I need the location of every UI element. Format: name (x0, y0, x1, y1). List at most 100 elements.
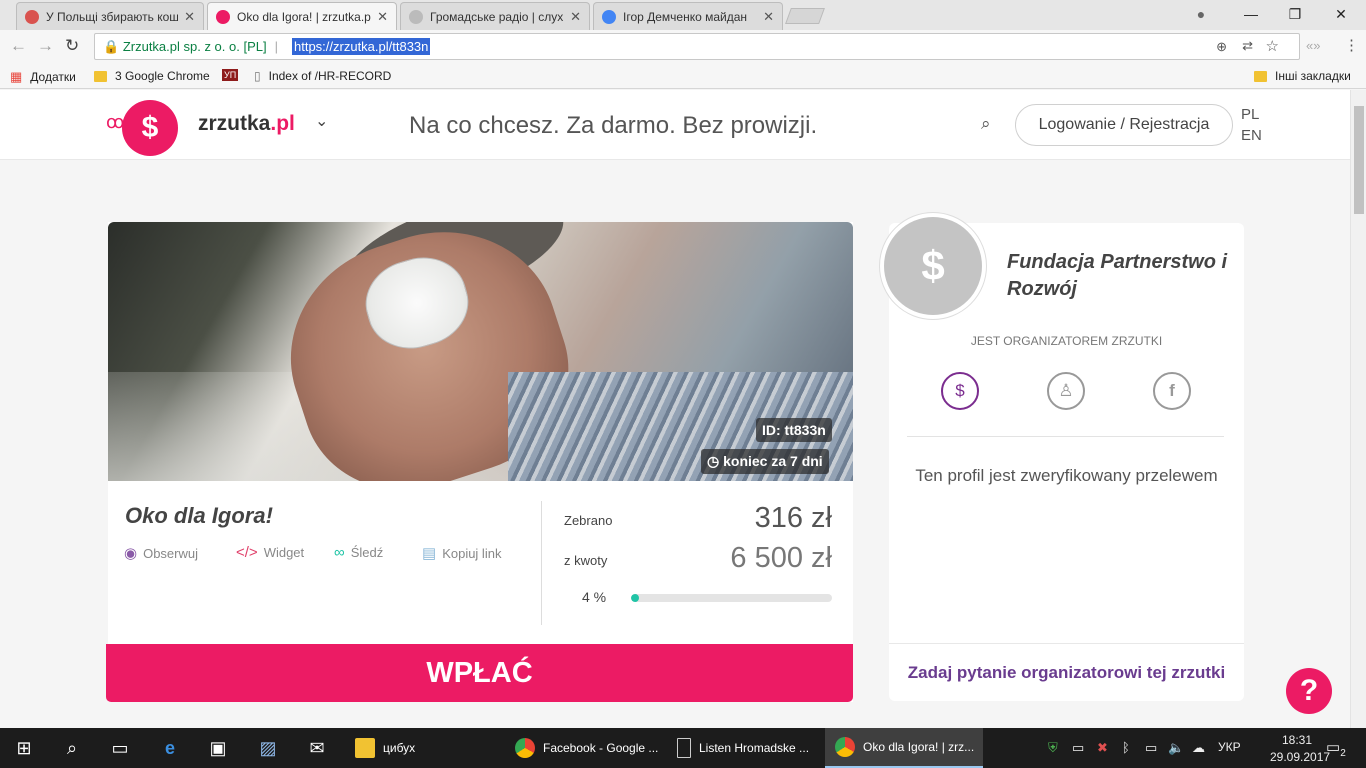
scrollbar-thumb[interactable] (1354, 106, 1364, 214)
logo-text[interactable]: zrzutka.pl (198, 112, 295, 136)
url-text[interactable]: https://zrzutka.pl/tt833n (291, 38, 431, 55)
campaign-id-badge: ID: tt833n (756, 418, 832, 442)
clock-icon: ◷ (707, 453, 724, 469)
lang-pl-link[interactable]: PL (1241, 106, 1259, 123)
tab-hromadske-radio[interactable]: Громадське радіо | слух ✕ (400, 2, 590, 30)
bank-verified-icon[interactable]: $ (941, 372, 979, 410)
windows-taskbar: ⊞ ⌕ ▭ e ▣ ▨ ✉ цибух Facebook - Google ..… (0, 728, 1366, 768)
progress-percent-text: 4 % (582, 589, 607, 605)
bookmark-other[interactable]: Інші закладки (1254, 69, 1351, 83)
radio-favicon-icon (25, 9, 39, 24)
forward-arrow-icon[interactable]: → (37, 36, 54, 56)
search-icon[interactable]: ⌕ (60, 736, 84, 760)
campaign-end-badge: ◷ koniec za 7 dni (701, 449, 829, 474)
keyboard-language[interactable]: УКР (1218, 740, 1241, 754)
loading-favicon-icon (409, 9, 423, 24)
bookmark-index-hr-record[interactable]: ▯ Index of /HR-RECORD (254, 69, 391, 83)
ask-organizer-link[interactable]: Zadaj pytanie organizatorowi tej zrzutki (889, 643, 1244, 701)
network-icon[interactable]: ▭ (1072, 740, 1084, 756)
notifications-icon[interactable]: ▭2 (1326, 738, 1346, 759)
login-register-button[interactable]: Logowanie / Rejestracja (1015, 104, 1233, 146)
lang-en-link[interactable]: EN (1241, 127, 1262, 144)
tab-polish-news[interactable]: У Польщі збирають кош ✕ (16, 2, 204, 30)
organizer-avatar[interactable]: $ (879, 212, 987, 320)
volume-icon[interactable]: 🔈 (1168, 740, 1184, 756)
folder-icon (355, 738, 375, 758)
taskbar-app-listen[interactable]: Listen Hromadske ... (667, 728, 823, 768)
search-icon[interactable]: ⌕ (981, 114, 991, 134)
close-tab-icon[interactable]: ✕ (763, 9, 774, 25)
store-icon[interactable]: ▣ (206, 736, 230, 760)
page-scrollbar[interactable] (1350, 90, 1366, 728)
widget-action[interactable]: </> Widget (236, 544, 304, 561)
bluetooth-icon[interactable]: ᛒ (1122, 740, 1130, 755)
document-icon (677, 738, 691, 758)
taskbar-app-oko-dla-igora[interactable]: Oko dla Igora! | zrz... (825, 728, 983, 768)
taskbar-app-facebook[interactable]: Facebook - Google ... (505, 728, 665, 768)
goal-value: 6 500 zł (730, 542, 832, 574)
security-shield-icon[interactable]: ⛨ (1048, 740, 1058, 756)
chevron-down-icon[interactable]: ⌄ (315, 111, 328, 131)
bookmark-up[interactable]: УП (222, 69, 239, 81)
bookmark-apps[interactable]: ▦ Додатки (10, 69, 76, 85)
collected-value: 316 zł (754, 502, 832, 534)
site-identity[interactable]: Zrzutka.pl sp. z o. o. [PL] (123, 39, 267, 54)
page-icon: ▯ (254, 69, 261, 83)
restore-button[interactable]: ❐ (1272, 0, 1318, 28)
alert-icon[interactable]: ✖ (1097, 740, 1108, 756)
back-arrow-icon[interactable]: ← (10, 36, 27, 56)
progress-fill (631, 594, 640, 602)
menu-dots-icon[interactable]: ⋮ (1344, 36, 1359, 54)
address-bar[interactable]: 🔒 Zrzutka.pl sp. z o. o. [PL] | https://… (94, 33, 1300, 60)
track-action[interactable]: ∞ Śledź (334, 544, 383, 561)
eye-icon: ◉ (124, 545, 138, 562)
zrzutka-logo-icon[interactable]: $ (122, 100, 178, 156)
zrzutka-favicon-icon (216, 10, 230, 24)
battery-icon[interactable]: ▭ (1145, 740, 1157, 756)
campaign-title: Oko dla Igora! (125, 503, 273, 528)
clock-date[interactable]: 29.09.2017 (1270, 750, 1330, 764)
task-view-icon[interactable]: ▭ (108, 736, 132, 760)
close-tab-icon[interactable]: ✕ (570, 9, 581, 25)
donate-button[interactable]: WPŁAĆ (106, 644, 853, 702)
collected-label: Zebrano (564, 513, 613, 528)
mail-icon[interactable]: ✉ (305, 736, 329, 760)
chrome-icon (515, 738, 535, 758)
photos-icon[interactable]: ▨ (256, 736, 280, 760)
close-window-button[interactable]: ✕ (1318, 0, 1364, 28)
minimize-button[interactable]: — (1228, 0, 1274, 28)
clipboard-icon: ▤ (422, 545, 437, 562)
follow-action[interactable]: ◉ Obserwuj (124, 544, 198, 562)
divider (907, 436, 1224, 437)
facebook-icon[interactable]: f (1153, 372, 1191, 410)
new-tab-button[interactable] (785, 8, 825, 24)
taskbar-app-folder[interactable]: цибух (345, 728, 505, 768)
zoom-icon[interactable]: ⊕ (1216, 39, 1227, 55)
tab-oko-dla-igora[interactable]: Oko dla Igora! | zrzutka.p ✕ (207, 2, 397, 31)
edge-icon[interactable]: e (158, 736, 182, 760)
extension-icon[interactable]: «» (1306, 38, 1320, 53)
organizer-name[interactable]: Fundacja Partnerstwo i Rozwój (1007, 249, 1237, 303)
progress-bar (631, 594, 832, 602)
close-tab-icon[interactable]: ✕ (377, 9, 388, 25)
verified-text: Ten profil jest zweryfikowany przelewem (915, 466, 1218, 485)
site-header: ꝏ $ zrzutka.pl ⌄ Na co chcesz. Za darmo.… (0, 90, 1350, 160)
profile-verified-icon[interactable]: ♙ (1047, 372, 1085, 410)
campaign-card: ID: tt833n ◷ koniec za 7 dni Oko dla Igo… (108, 222, 853, 702)
clock-time[interactable]: 18:31 (1282, 733, 1312, 747)
copy-link-action[interactable]: ▤ Kopiuj link (422, 544, 501, 562)
windows-start-icon[interactable]: ⊞ (12, 736, 36, 760)
cloud-icon[interactable]: ☁ (1192, 740, 1205, 756)
goal-label: z kwoty (564, 553, 608, 568)
bookmark-star-icon[interactable]: ☆ (1266, 37, 1279, 55)
translate-icon[interactable]: ⇄ (1242, 38, 1253, 54)
close-tab-icon[interactable]: ✕ (184, 9, 195, 25)
google-favicon-icon (602, 9, 616, 24)
site-tagline: Na co chcesz. Za darmo. Bez prowizji. (409, 112, 818, 139)
lock-icon: 🔒 (103, 38, 123, 54)
help-chat-button[interactable]: ? (1286, 668, 1332, 714)
tab-google-search[interactable]: Ігор Демченко майдан ✕ (593, 2, 783, 30)
reload-icon[interactable]: ↻ (65, 36, 79, 56)
bookmark-google-chrome-folder[interactable]: 3 Google Chrome (94, 69, 210, 83)
profile-icon[interactable]: ● (1178, 0, 1224, 28)
